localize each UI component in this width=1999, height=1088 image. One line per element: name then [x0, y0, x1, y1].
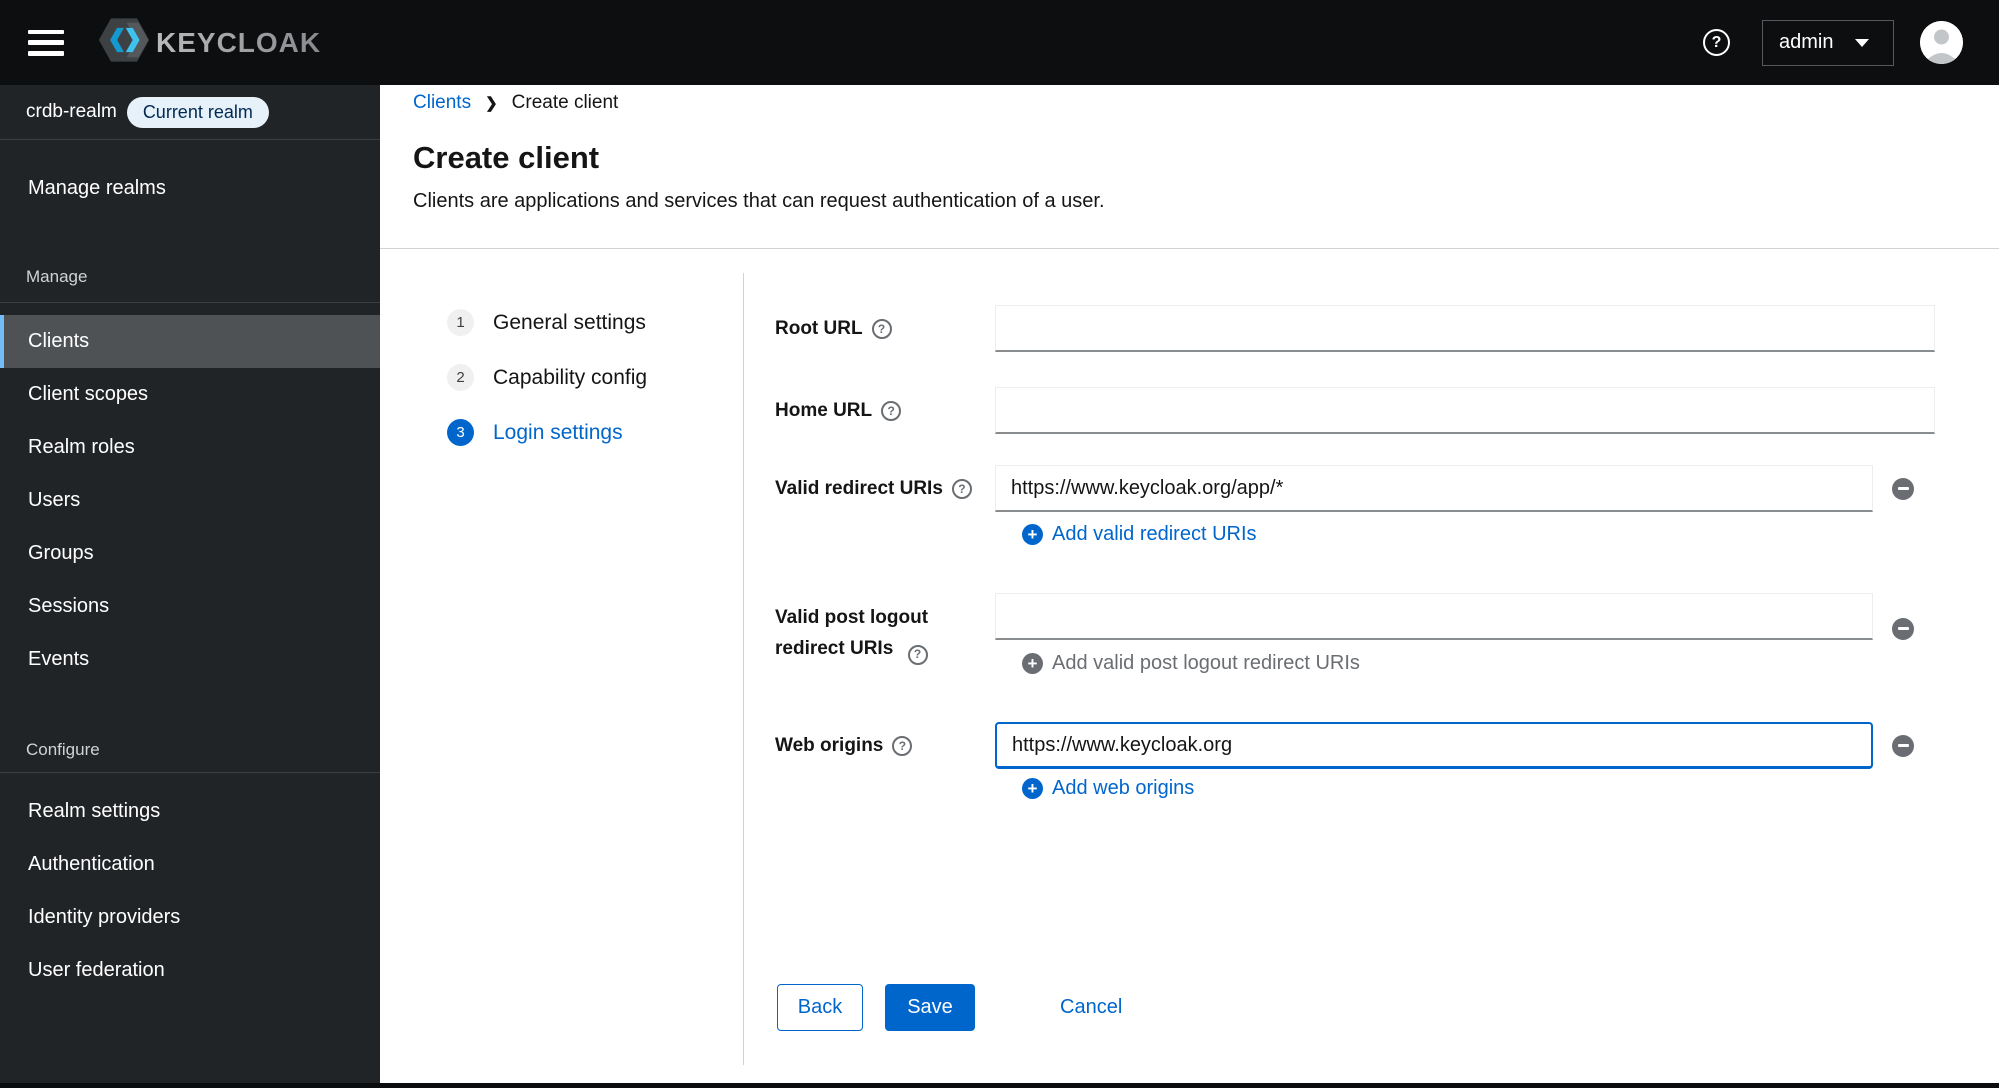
root-url-label: Root URL — [775, 317, 863, 339]
wizard-actions: Back Save Cancel — [777, 984, 1122, 1031]
breadcrumb-current: Create client — [511, 92, 619, 113]
web-origins-help-icon[interactable]: ? — [892, 735, 913, 756]
home-url-help-icon[interactable]: ? — [881, 400, 902, 421]
sidebar-item-clients[interactable]: Clients — [0, 315, 380, 368]
plus-circle-icon: + — [1022, 524, 1043, 545]
page-subtitle: Clients are applications and services th… — [413, 190, 1105, 212]
page-title: Create client — [413, 140, 600, 175]
post-logout-redirect-input[interactable] — [995, 593, 1873, 640]
remove-post-logout-uri-button[interactable] — [1892, 617, 1914, 640]
web-origins-label: Web origins — [775, 734, 884, 756]
web-origins-input[interactable] — [995, 722, 1873, 769]
form-row-valid-redirect-uris: Valid redirect URIs ? — [775, 465, 1914, 512]
header-divider — [380, 248, 1999, 249]
sidebar-section-top: Manage realms — [0, 162, 380, 215]
back-button[interactable]: Back — [777, 984, 863, 1031]
hamburger-icon — [28, 29, 64, 34]
sidebar-item-users[interactable]: Users — [0, 474, 380, 527]
breadcrumb-link-clients[interactable]: Clients — [413, 92, 471, 114]
user-menu-dropdown[interactable]: admin — [1762, 19, 1894, 66]
form-row-home-url: Home URL ? — [775, 387, 1935, 434]
sidebar-item-groups[interactable]: Groups — [0, 527, 380, 580]
step-number-badge: 1 — [447, 309, 474, 336]
home-url-label-cell: Home URL ? — [775, 387, 995, 434]
form-row-web-origins: Web origins ? — [775, 722, 1914, 769]
wizard-step-capability-config[interactable]: 2 Capability config — [447, 350, 647, 405]
redirect-uris-input[interactable] — [995, 465, 1873, 512]
help-icon[interactable]: ? — [1703, 29, 1730, 56]
brand-text: KEYCLOAK — [156, 26, 322, 58]
sidebar: crdb-realm Current realm Manage realms M… — [0, 85, 380, 1083]
wizard-nav: 1 General settings 2 Capability config 3… — [447, 295, 647, 460]
wizard-step-general-settings[interactable]: 1 General settings — [447, 295, 647, 350]
window-bottom-edge — [0, 1083, 1999, 1088]
realm-switcher[interactable]: crdb-realm Current realm — [0, 85, 380, 140]
home-url-input[interactable] — [995, 387, 1935, 434]
sidebar-divider — [0, 302, 380, 303]
sidebar-group-title-configure: Configure — [26, 740, 100, 759]
redirect-uris-label: Valid redirect URIs — [775, 477, 943, 499]
post-logout-label-cell: Valid post logout redirect URIs ? — [775, 593, 995, 665]
add-redirect-uri-label: Add valid redirect URIs — [1052, 523, 1257, 545]
keycloak-hexagon-icon — [98, 17, 150, 68]
cancel-button[interactable]: Cancel — [1060, 996, 1122, 1019]
plus-circle-icon: + — [1022, 653, 1043, 674]
remove-redirect-uri-button[interactable] — [1892, 477, 1914, 500]
root-url-input[interactable] — [995, 305, 1935, 352]
sidebar-item-realm-settings[interactable]: Realm settings — [0, 785, 380, 838]
masthead: KEYCLOAK ? admin — [0, 0, 1999, 85]
step-label: Capability config — [493, 365, 648, 389]
keycloak-admin-console: KEYCLOAK ? admin crdb-realm Current real… — [0, 0, 1999, 1088]
current-realm-badge: Current realm — [126, 96, 269, 128]
redirect-uris-label-cell: Valid redirect URIs ? — [775, 465, 995, 512]
home-url-label: Home URL — [775, 399, 873, 421]
realm-name: crdb-realm — [26, 101, 117, 122]
plus-circle-icon: + — [1022, 778, 1043, 799]
sidebar-item-user-federation[interactable]: User federation — [0, 944, 380, 997]
step-label: Login settings — [493, 420, 623, 444]
sidebar-item-identity-providers[interactable]: Identity providers — [0, 891, 380, 944]
form-row-root-url: Root URL ? — [775, 305, 1935, 352]
avatar[interactable] — [1920, 21, 1963, 64]
post-logout-help-icon[interactable]: ? — [907, 644, 928, 665]
root-url-label-cell: Root URL ? — [775, 305, 995, 352]
post-logout-label: Valid post logout redirect URIs — [775, 607, 929, 659]
wizard-step-login-settings[interactable]: 3 Login settings — [447, 405, 647, 460]
step-number-badge: 2 — [447, 364, 474, 391]
breadcrumb: Clients ❯ Create client — [413, 92, 618, 114]
add-web-origin-button[interactable]: + Add web origins — [1022, 777, 1194, 800]
remove-web-origin-button[interactable] — [1892, 734, 1914, 757]
save-button[interactable]: Save — [885, 984, 975, 1031]
breadcrumb-chevron-icon: ❯ — [485, 95, 498, 112]
wizard-form-divider — [743, 273, 744, 1065]
redirect-uris-help-icon[interactable]: ? — [951, 478, 972, 499]
nav-toggle-button[interactable] — [28, 29, 64, 56]
sidebar-item-manage-realms[interactable]: Manage realms — [0, 162, 380, 215]
sidebar-configure-list: Realm settings Authentication Identity p… — [0, 785, 380, 997]
user-menu-label: admin — [1779, 31, 1834, 53]
chevron-down-icon — [1855, 38, 1870, 47]
sidebar-item-client-scopes[interactable]: Client scopes — [0, 368, 380, 421]
sidebar-item-authentication[interactable]: Authentication — [0, 838, 380, 891]
sidebar-item-events[interactable]: Events — [0, 633, 380, 686]
add-post-logout-uri-label: Add valid post logout redirect URIs — [1052, 652, 1360, 674]
sidebar-manage-list: Clients Client scopes Realm roles Users … — [0, 315, 380, 686]
sidebar-divider — [0, 772, 380, 773]
sidebar-item-realm-roles[interactable]: Realm roles — [0, 421, 380, 474]
add-post-logout-uri-button[interactable]: + Add valid post logout redirect URIs — [1022, 652, 1360, 675]
main-content: Clients ❯ Create client Create client Cl… — [380, 85, 1999, 1083]
add-redirect-uri-button[interactable]: + Add valid redirect URIs — [1022, 523, 1257, 546]
root-url-help-icon[interactable]: ? — [871, 318, 892, 339]
sidebar-item-sessions[interactable]: Sessions — [0, 580, 380, 633]
masthead-utilities: ? admin — [1703, 19, 1963, 66]
web-origins-label-cell: Web origins ? — [775, 722, 995, 769]
sidebar-group-title-manage: Manage — [26, 267, 88, 286]
step-label: General settings — [493, 310, 646, 334]
add-web-origin-label: Add web origins — [1052, 777, 1195, 799]
step-number-badge: 3 — [447, 419, 474, 446]
keycloak-logo[interactable]: KEYCLOAK — [98, 17, 321, 68]
